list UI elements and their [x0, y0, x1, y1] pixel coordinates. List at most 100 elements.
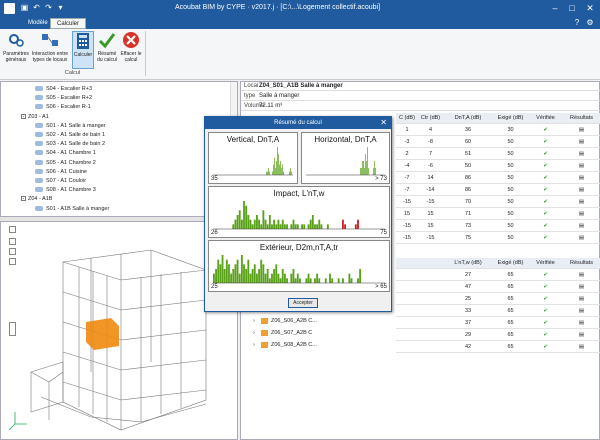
expand-arrow-icon[interactable]: ›	[253, 328, 261, 338]
histogram-bar	[373, 168, 374, 175]
histogram-bar	[289, 171, 290, 175]
3d-view[interactable]	[0, 221, 238, 440]
general-parameters-button[interactable]: Paramètres généraux	[2, 31, 30, 69]
tree-item[interactable]: S07 - A1 Couloir	[35, 177, 86, 185]
table-cell: -15	[403, 199, 411, 205]
tree-item[interactable]: - Z04 - A1B	[21, 195, 52, 203]
quick-access-dropdown-icon[interactable]: ▾	[56, 3, 65, 13]
tree-item[interactable]: S01 - A1B Salle à manger	[35, 205, 109, 213]
close-window-icon[interactable]: ✕	[583, 2, 597, 14]
tree-item[interactable]: S04 - Escalier R+3	[35, 85, 92, 93]
impact-min-label: 26	[211, 230, 218, 236]
results-icon[interactable]: ▤	[563, 125, 600, 136]
tree-item[interactable]: S04 - A1 Chambre 1	[35, 149, 96, 157]
tree-item[interactable]: S05 - A1 Chambre 2	[35, 159, 96, 167]
table-row[interactable]: 2 7 51 50 ✔ ▤	[396, 149, 600, 160]
help-icon[interactable]: ?	[572, 18, 582, 28]
table-row[interactable]: -7 -14 86 50 ✔ ▤	[396, 185, 600, 196]
results-icon[interactable]: ▤	[563, 330, 600, 341]
results-icon[interactable]: ▤	[563, 173, 600, 184]
table-row[interactable]: -15 -15 70 50 ✔ ▤	[396, 197, 600, 208]
table-row[interactable]: 47 65 ✔ ▤	[396, 282, 600, 293]
list-item[interactable]: › Z06_S06_A2B C...	[253, 316, 393, 326]
results-icon[interactable]: ▤	[563, 233, 600, 244]
table-row[interactable]: -15 15 73 50 ✔ ▤	[396, 221, 600, 232]
calculation-summary-button[interactable]: Résumé du calcul	[96, 31, 118, 69]
results-icon[interactable]: ▤	[563, 185, 600, 196]
table-row[interactable]: -7 14 86 50 ✔ ▤	[396, 173, 600, 184]
calculate-button[interactable]: Calculer	[72, 31, 94, 69]
histogram-bar	[367, 147, 368, 175]
settings-icon[interactable]: ⚙	[585, 18, 595, 28]
dialog-close-icon[interactable]: ✕	[380, 117, 387, 129]
results-icon[interactable]: ▤	[563, 197, 600, 208]
table-row[interactable]: 15 15 71 50 ✔ ▤	[396, 209, 600, 220]
histogram-bar	[240, 219, 243, 229]
results-icon[interactable]: ▤	[563, 318, 600, 329]
table-row[interactable]: -4 -6 50 50 ✔ ▤	[396, 161, 600, 172]
results-icon[interactable]: ▤	[563, 342, 600, 353]
table-row[interactable]: 33 65 ✔ ▤	[396, 306, 600, 317]
tree-item[interactable]: S05 - Escalier R+2	[35, 94, 92, 102]
table-row[interactable]: 42 65 ✔ ▤	[396, 342, 600, 353]
expand-arrow-icon[interactable]: ›	[253, 316, 261, 326]
list-item[interactable]: › Z06_S07_A2B C	[253, 328, 393, 338]
tree-item[interactable]: S02 - A1 Salle de bain 1	[35, 131, 105, 139]
expand-arrow-icon[interactable]: ›	[253, 340, 261, 350]
table-cell: 42	[464, 344, 472, 350]
table-cell: 15	[403, 211, 411, 217]
results-icon[interactable]: ▤	[563, 137, 600, 148]
minimize-icon[interactable]: –	[548, 2, 562, 14]
histogram-bar	[238, 210, 241, 229]
results-icon[interactable]: ▤	[563, 270, 600, 281]
results-icon[interactable]: ▤	[563, 294, 600, 305]
tree-item[interactable]: S01 - A1 Salle à manger	[35, 122, 106, 130]
histogram-bar	[247, 215, 250, 229]
tree-expander-icon[interactable]: -	[21, 196, 26, 202]
histogram-bar	[314, 278, 316, 283]
histogram-bar	[299, 278, 301, 283]
interaction-button[interactable]: Interaction entre types de locaux	[31, 31, 69, 69]
table-cell: 71	[464, 211, 472, 217]
histogram-bar	[268, 278, 271, 283]
tree-item[interactable]: S06 - Escalier R-1	[35, 103, 91, 111]
save-icon[interactable]: ▣	[20, 3, 29, 13]
table-row[interactable]: -3 -8 60 50 ✔ ▤	[396, 137, 600, 148]
table-cell: 27	[464, 272, 472, 278]
tab-modele[interactable]: Modèle	[22, 18, 54, 29]
table-row[interactable]: 25 65 ✔ ▤	[396, 294, 600, 305]
table-cell: 65	[507, 272, 514, 278]
tree-item[interactable]: S08 - A1 Chambre 3	[35, 186, 96, 194]
maximize-icon[interactable]: □	[565, 2, 579, 14]
histogram-bar	[342, 278, 344, 283]
results-icon[interactable]: ▤	[563, 161, 600, 172]
redo-icon[interactable]: ↷	[44, 3, 53, 13]
tree-item-label: S02 - A1 Salle de bain 1	[46, 132, 106, 138]
results-icon[interactable]: ▤	[563, 282, 600, 293]
list-item[interactable]: › Z06_S08_A2B C...	[253, 340, 393, 350]
histogram-bar	[318, 219, 321, 229]
project-tree[interactable]: S04 - Escalier R+3 S05 - Escalier R+2 S06 …	[0, 81, 238, 217]
table-row[interactable]: 29 65 ✔ ▤	[396, 330, 600, 341]
histogram-bar	[280, 161, 281, 175]
delete-calculation-button[interactable]: Effacer le calcul	[119, 31, 143, 69]
tree-item[interactable]: - Z03 - A1	[21, 113, 49, 121]
results-icon[interactable]: ▤	[563, 209, 600, 220]
tree-item[interactable]: S06 - A1 Cuisine	[35, 168, 87, 176]
table-row[interactable]: 37 65 ✔ ▤	[396, 318, 600, 329]
tree-item[interactable]: S03 - A1 Salle de bain 2	[35, 140, 105, 148]
table-row[interactable]: 1 4 36 30 ✔ ▤	[396, 125, 600, 136]
results-icon[interactable]: ▤	[563, 149, 600, 160]
histogram-bar	[361, 168, 362, 175]
accept-button[interactable]: Accepter	[288, 298, 318, 308]
undo-icon[interactable]: ↶	[32, 3, 41, 13]
results-icon[interactable]: ▤	[563, 306, 600, 317]
tab-calculer[interactable]: Calculer	[50, 18, 87, 29]
table-row[interactable]: 27 65 ✔ ▤	[396, 270, 600, 281]
table-row[interactable]: -15 -15 75 50 ✔ ▤	[396, 233, 600, 244]
histogram-bar	[236, 215, 239, 229]
impact-max-label: 75	[380, 230, 387, 236]
tree-expander-icon[interactable]: -	[21, 113, 26, 119]
results-icon[interactable]: ▤	[563, 221, 600, 232]
histogram-bar	[294, 278, 297, 283]
